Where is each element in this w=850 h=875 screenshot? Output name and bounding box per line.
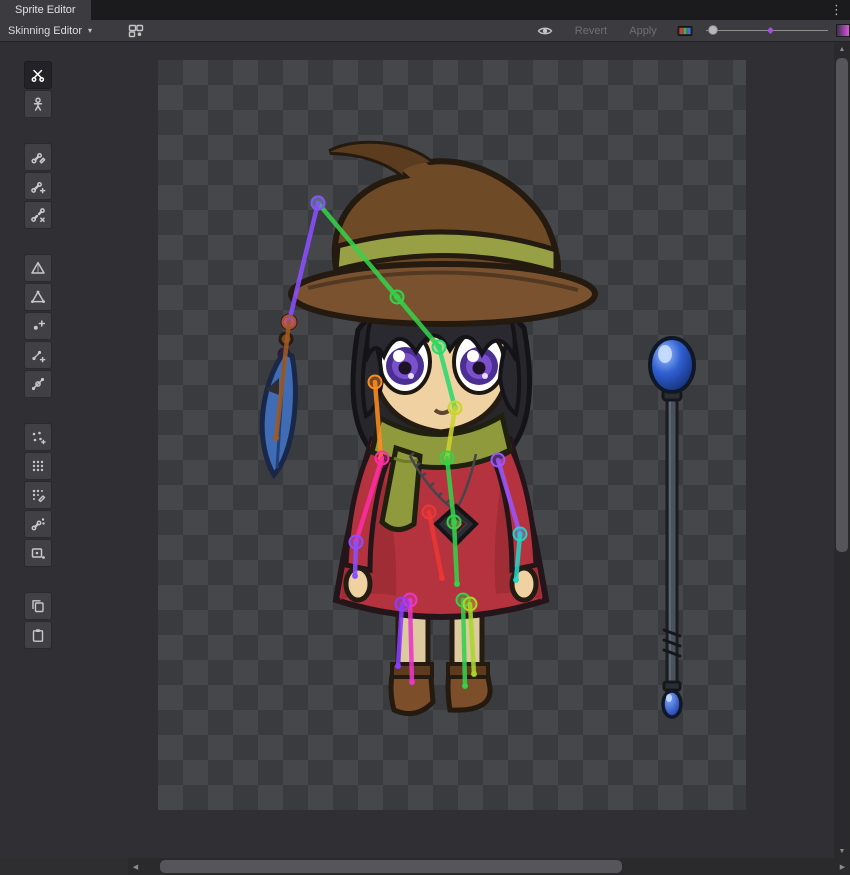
tool-create-vertex-button[interactable] xyxy=(24,312,52,340)
tool-split-bone-button[interactable] xyxy=(24,201,52,229)
toolbar: Skinning Editor ▾ Revert Apply xyxy=(0,20,850,42)
rgb-alpha-toggle-button[interactable] xyxy=(672,20,698,41)
auto-weights-icon xyxy=(30,429,46,445)
scroll-down-icon[interactable]: ▼ xyxy=(834,844,850,858)
paste-icon xyxy=(30,627,46,643)
eye-icon xyxy=(537,23,553,39)
scroll-left-icon[interactable]: ◀ xyxy=(128,858,143,875)
tool-reset-pose-button[interactable] xyxy=(24,90,52,118)
tool-group xyxy=(24,61,52,118)
sprite-editor-window: Sprite Editor ⋮ Skinning Editor ▾ Revert… xyxy=(0,0,850,875)
character-sprite[interactable] xyxy=(262,144,595,714)
tool-bone-influence-button[interactable] xyxy=(24,510,52,538)
tool-group xyxy=(24,254,52,398)
tool-group xyxy=(24,592,52,649)
revert-button[interactable]: Revert xyxy=(564,20,618,41)
vertical-scrollbar[interactable]: ▲ ▼ xyxy=(834,42,850,858)
vertical-scroll-thumb[interactable] xyxy=(836,58,848,552)
tool-weight-slider-button[interactable] xyxy=(24,452,52,480)
weight-slider-icon xyxy=(30,458,46,474)
hat xyxy=(291,144,595,324)
tool-create-edge-button[interactable] xyxy=(24,341,52,369)
tab-strip: Sprite Editor ⋮ xyxy=(0,0,850,20)
create-bone-icon xyxy=(30,178,46,194)
mode-dropdown[interactable]: Skinning Editor ▾ xyxy=(0,20,118,41)
zoom-slider[interactable] xyxy=(704,20,830,41)
tool-weight-brush-button[interactable] xyxy=(24,481,52,509)
tool-group xyxy=(24,423,52,567)
rgb-alpha-icon xyxy=(677,23,693,39)
tool-sprite-influence-button[interactable] xyxy=(24,539,52,567)
tool-auto-weights-button[interactable] xyxy=(24,423,52,451)
tool-auto-geometry-button[interactable] xyxy=(24,254,52,282)
horizontal-scrollbar[interactable]: ◀ ▶ xyxy=(128,858,850,875)
create-edge-icon xyxy=(30,347,46,363)
reset-pose-icon xyxy=(30,96,46,112)
sprite-sheet-button[interactable] xyxy=(122,20,150,41)
sprite-artwork xyxy=(158,60,746,810)
tool-edit-joints-button[interactable] xyxy=(24,143,52,171)
auto-geometry-icon xyxy=(30,260,46,276)
sprite-texture-area[interactable] xyxy=(158,60,746,810)
tool-preview-pose-button[interactable] xyxy=(24,61,52,89)
tool-edit-geometry-button[interactable] xyxy=(24,283,52,311)
staff-sprite[interactable] xyxy=(650,338,694,717)
mip-gradient-slider[interactable] xyxy=(836,24,850,37)
mode-dropdown-label: Skinning Editor xyxy=(8,25,82,37)
chevron-down-icon: ▾ xyxy=(88,26,92,35)
apply-button[interactable]: Apply xyxy=(620,20,666,41)
zoom-slider-marker xyxy=(767,27,774,34)
zoom-slider-knob[interactable] xyxy=(708,25,718,35)
tab-label: Sprite Editor xyxy=(15,4,76,16)
preview-pose-icon xyxy=(30,67,46,83)
visibility-toggle-button[interactable] xyxy=(532,20,558,41)
scroll-right-icon[interactable]: ▶ xyxy=(835,858,850,875)
split-bone-icon xyxy=(30,207,46,223)
window-menu-icon[interactable]: ⋮ xyxy=(830,0,843,20)
bone-influence-icon xyxy=(30,516,46,532)
tool-paste-button[interactable] xyxy=(24,621,52,649)
tab-sprite-editor[interactable]: Sprite Editor xyxy=(0,0,91,20)
sprite-influence-icon xyxy=(30,545,46,561)
scroll-up-icon[interactable]: ▲ xyxy=(834,42,850,56)
tool-create-bone-button[interactable] xyxy=(24,172,52,200)
edit-geometry-icon xyxy=(30,289,46,305)
sprite-sheet-icon xyxy=(128,23,144,39)
create-vertex-icon xyxy=(30,318,46,334)
split-edge-icon xyxy=(30,376,46,392)
horizontal-scroll-thumb[interactable] xyxy=(160,860,622,873)
copy-icon xyxy=(30,598,46,614)
edit-joints-icon xyxy=(30,149,46,165)
tool-group xyxy=(24,143,52,229)
weight-brush-icon xyxy=(30,487,46,503)
tool-split-edge-button[interactable] xyxy=(24,370,52,398)
tool-panel xyxy=(24,61,52,674)
canvas-viewport[interactable] xyxy=(0,42,834,858)
hat-feather xyxy=(262,315,296,475)
tool-copy-button[interactable] xyxy=(24,592,52,620)
